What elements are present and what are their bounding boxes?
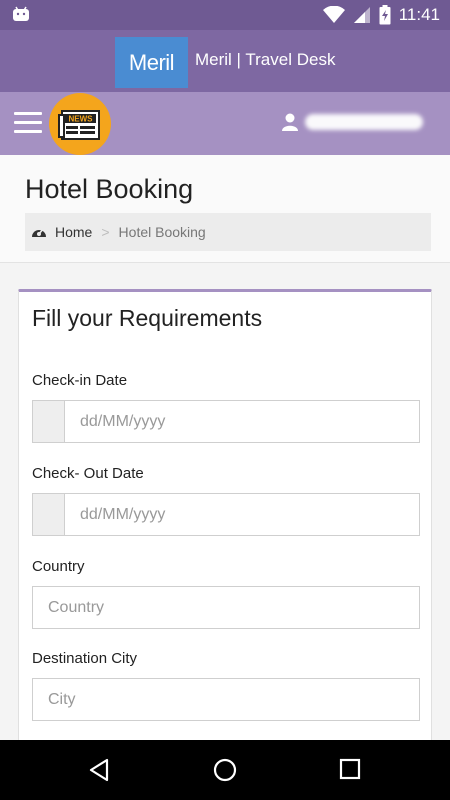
battery-charging-icon	[379, 5, 391, 25]
brand-bar: Meril Meril | Travel Desk	[0, 30, 450, 92]
checkin-date-field[interactable]: dd/MM/yyyy	[32, 400, 420, 443]
page-title: Hotel Booking	[25, 174, 194, 204]
checkout-date-input[interactable]: dd/MM/yyyy	[65, 494, 419, 535]
checkout-label: Check- Out Date	[32, 465, 144, 482]
checkin-label: Check-in Date	[32, 372, 128, 389]
meril-logo[interactable]: Meril	[115, 37, 188, 88]
newspaper-icon: NEWS	[58, 110, 100, 140]
calendar-addon[interactable]	[33, 401, 65, 442]
clock-time: 11:41	[398, 5, 440, 24]
back-icon[interactable]	[88, 758, 112, 782]
requirements-card: Fill your Requirements Check-in Date dd/…	[18, 289, 432, 759]
home-icon[interactable]	[213, 758, 237, 782]
news-button[interactable]: NEWS	[49, 93, 111, 155]
breadcrumb: Home > Hotel Booking	[25, 213, 431, 251]
hamburger-icon[interactable]	[14, 112, 42, 134]
destination-city-label: Destination City	[32, 650, 138, 667]
city-input[interactable]: City	[32, 678, 420, 721]
checkin-date-input[interactable]: dd/MM/yyyy	[65, 401, 419, 442]
breadcrumb-separator: >	[101, 224, 110, 240]
news-badge-text: NEWS	[69, 115, 94, 124]
signal-icon	[353, 7, 370, 23]
country-label: Country	[32, 558, 85, 575]
country-input[interactable]: Country	[32, 586, 420, 629]
card-title: Fill your Requirements	[32, 305, 263, 331]
page-header: Hotel Booking Home > Hotel Booking	[0, 155, 450, 263]
checkout-date-field[interactable]: dd/MM/yyyy	[32, 493, 420, 536]
breadcrumb-current: Hotel Booking	[118, 224, 206, 240]
dashboard-icon	[32, 228, 46, 237]
calendar-addon[interactable]	[33, 494, 65, 535]
user-profile[interactable]	[281, 113, 423, 131]
status-bar: 11:41	[0, 0, 450, 30]
android-icon	[13, 6, 29, 21]
user-name-redacted	[305, 114, 423, 130]
system-nav-bar	[0, 740, 450, 800]
breadcrumb-home-link[interactable]: Home	[55, 224, 92, 240]
recents-icon[interactable]	[339, 758, 361, 780]
wifi-icon	[322, 6, 345, 23]
user-icon	[282, 113, 298, 131]
app-title: Meril | Travel Desk	[195, 50, 336, 69]
